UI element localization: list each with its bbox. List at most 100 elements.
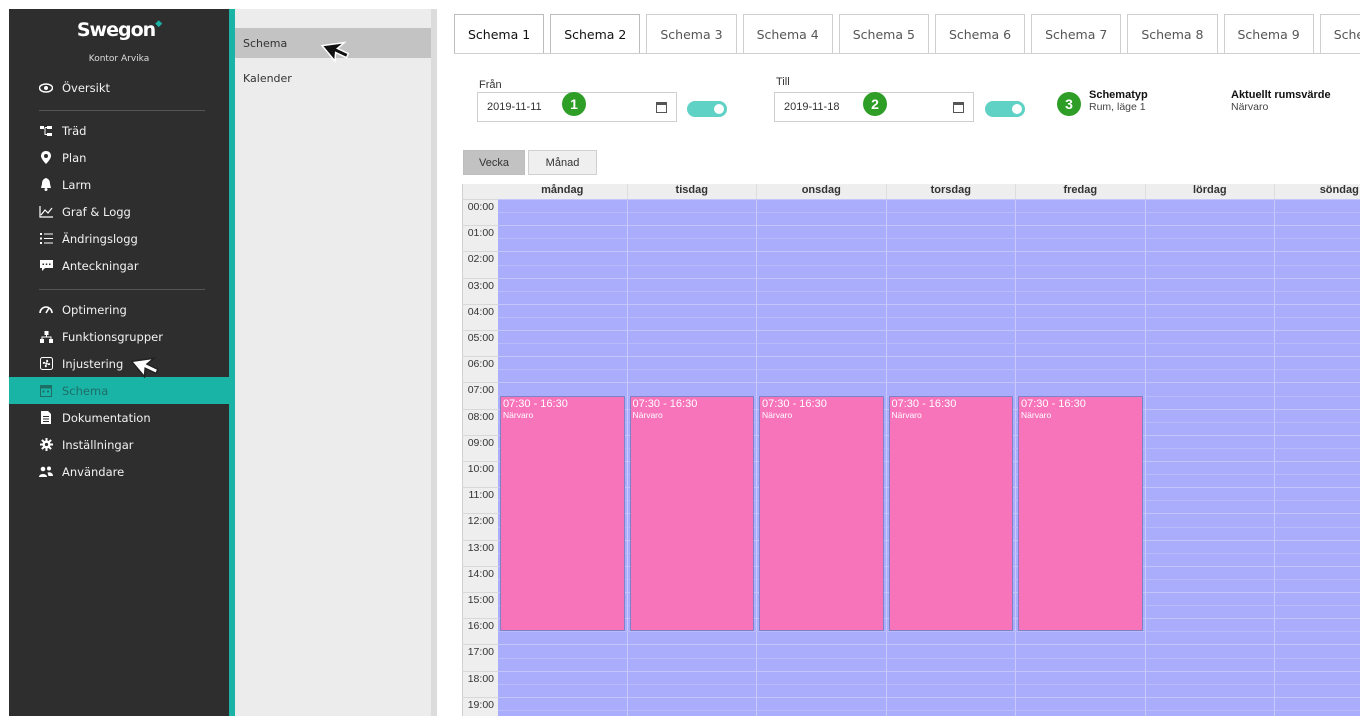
calendar-icon	[39, 384, 53, 398]
sidebar-item-dokumentation[interactable]: Dokumentation	[9, 404, 229, 431]
hour-label: 01:00	[462, 225, 498, 251]
tab-schema-5[interactable]: Schema 5	[838, 14, 929, 54]
eye-icon	[39, 81, 53, 95]
sidebar-item-label: Användare	[62, 464, 125, 479]
step-badge-1: 1	[562, 92, 586, 116]
event-label: Närvaro	[891, 409, 922, 420]
hour-gridline	[498, 303, 1360, 305]
half-hour-gridline	[498, 212, 1360, 214]
tree-icon	[39, 124, 53, 138]
day-header: söndag	[1275, 184, 1360, 199]
tabs-divider	[454, 53, 1360, 54]
users-icon	[39, 465, 53, 479]
sidebar-item-funktionsgrupper[interactable]: Funktionsgrupper	[9, 323, 229, 350]
sidebar-item-installningar[interactable]: Inställningar	[9, 431, 229, 458]
site-name: Kontor Arvika	[88, 54, 150, 64]
hour-gridline	[498, 225, 1360, 227]
event-time: 07:30 - 16:30	[632, 397, 698, 410]
sidebar-item-larm[interactable]: Larm	[9, 171, 229, 198]
document-icon	[39, 411, 53, 425]
half-hour-gridline	[498, 316, 1360, 318]
sidebar-item-trad[interactable]: Träd	[9, 117, 229, 144]
nav-divider	[39, 110, 205, 111]
list-icon	[39, 232, 53, 246]
fan-icon	[39, 357, 53, 371]
day-header: tisdag	[628, 184, 757, 199]
hour-gridline	[498, 330, 1360, 331]
tab-schema-6[interactable]: Schema 6	[934, 14, 1026, 54]
week-view-button[interactable]: Vecka	[463, 150, 525, 175]
sidebar-item-label: Funktionsgrupper	[62, 329, 163, 344]
schedule-event[interactable]: 07:30 - 16:30 Närvaro	[629, 395, 754, 632]
tab-schema-4[interactable]: Schema 4	[742, 14, 833, 54]
gear-icon	[39, 438, 53, 452]
calendar-icon[interactable]	[656, 102, 667, 113]
step-badge-3: 3	[1057, 92, 1081, 116]
from-toggle[interactable]	[687, 101, 727, 117]
schedule-event[interactable]: 07:30 - 16:30 Närvaro	[500, 395, 625, 632]
tab-schema-9[interactable]: Schema 9	[1223, 14, 1314, 54]
sidebar-item-optimering[interactable]: Optimering	[9, 296, 229, 323]
sidebar-item-oversikt[interactable]: Översikt	[9, 74, 229, 101]
calendar-icon[interactable]	[953, 102, 964, 113]
hour-label: 19:00	[462, 696, 498, 716]
event-label: Närvaro	[762, 409, 793, 420]
arrow-pointer-icon	[320, 41, 350, 63]
tab-schema-2[interactable]: Schema 2	[550, 14, 641, 54]
tab-schema-8[interactable]: Schema 8	[1127, 14, 1218, 54]
half-hour-gridline	[498, 264, 1360, 266]
to-date-value: 2019-11-18	[784, 101, 840, 113]
nav-divider	[39, 289, 205, 290]
hour-label: 10:00	[462, 461, 498, 487]
sidebar-item-anvandare[interactable]: Användare	[9, 458, 229, 485]
sidebar-item-anteckningar[interactable]: Anteckningar	[9, 252, 229, 279]
sidebar-item-label: Plan	[62, 150, 87, 165]
sidebar-item-schema[interactable]: Schema	[9, 377, 229, 404]
day-column[interactable]	[1145, 199, 1275, 716]
hour-label: 11:00	[462, 487, 498, 513]
half-hour-gridline	[498, 238, 1360, 240]
rumsvarde-title: Aktuellt rumsvärde	[1231, 89, 1331, 101]
sidebar: Swegon◆ Kontor Arvika Översikt Träd Plan…	[9, 9, 229, 716]
hour-gridline	[498, 670, 1360, 672]
schedule-event[interactable]: 07:30 - 16:30 Närvaro	[888, 395, 1013, 632]
month-view-button[interactable]: Månad	[528, 150, 597, 175]
hour-label: 18:00	[462, 670, 498, 697]
schematyp-value: Rum, läge 1	[1089, 101, 1146, 113]
event-label: Närvaro	[1021, 409, 1052, 420]
sidebar-item-andringslogg[interactable]: Ändringslogg	[9, 225, 229, 252]
tab-schema-10[interactable]: Schema 10	[1319, 14, 1360, 54]
sidebar-item-plan[interactable]: Plan	[9, 144, 229, 171]
sidebar-item-label: Översikt	[62, 80, 111, 95]
hour-label: 09:00	[462, 434, 498, 461]
half-hour-gridline	[498, 631, 1360, 633]
schedule-event[interactable]: 07:30 - 16:30 Närvaro	[759, 395, 884, 632]
hour-label: 15:00	[462, 592, 498, 618]
from-date-value: 2019-11-11	[487, 101, 542, 113]
hour-label: 05:00	[462, 330, 498, 356]
tab-schema-1[interactable]: Schema 1	[454, 14, 545, 54]
hour-gridline	[498, 199, 1360, 200]
day-header: fredag	[1016, 184, 1146, 199]
sidebar-item-label: Träd	[62, 123, 87, 138]
arrow-pointer-icon	[130, 357, 159, 379]
sidebar-item-graf[interactable]: Graf & Logg	[9, 198, 229, 225]
chart-icon	[39, 205, 53, 219]
submenu: Schema Kalender	[235, 9, 431, 716]
sidebar-item-injustering[interactable]: Injustering	[9, 350, 229, 377]
schedule-tabs: Schema 1 Schema 2 Schema 3 Schema 4 Sche…	[454, 14, 1360, 54]
event-label: Närvaro	[632, 409, 663, 420]
day-column[interactable]	[1275, 199, 1360, 716]
hour-label: 07:00	[462, 382, 498, 408]
hour-label: 03:00	[462, 277, 498, 304]
hour-label: 08:00	[462, 408, 498, 435]
event-time: 07:30 - 16:30	[1021, 397, 1086, 410]
gauge-icon	[39, 303, 53, 317]
tab-schema-3[interactable]: Schema 3	[646, 14, 737, 54]
half-hour-gridline	[498, 369, 1360, 371]
schedule-event[interactable]: 07:30 - 16:30 Närvaro	[1018, 395, 1143, 632]
hour-gridline	[498, 356, 1360, 358]
to-toggle[interactable]	[985, 101, 1025, 117]
rumsvarde-value: Närvaro	[1231, 101, 1269, 113]
tab-schema-7[interactable]: Schema 7	[1031, 14, 1122, 54]
